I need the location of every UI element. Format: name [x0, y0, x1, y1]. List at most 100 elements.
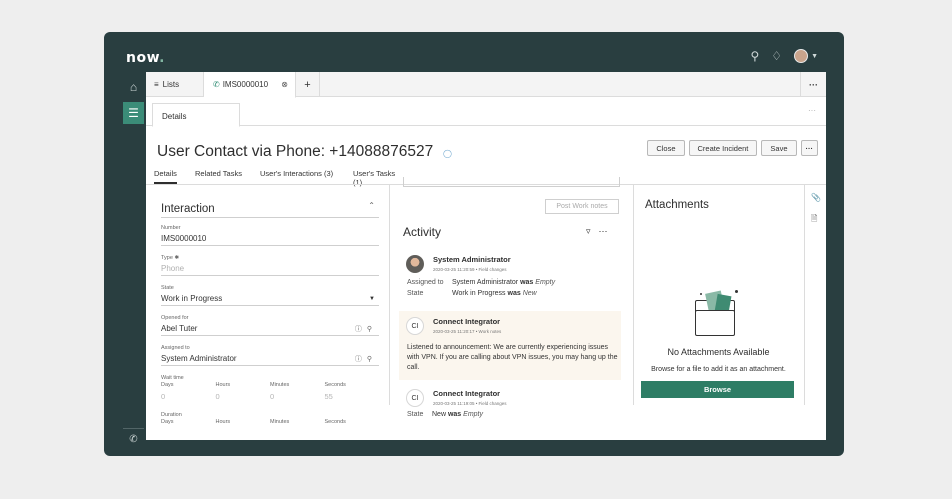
opened-for-label: Opened for [161, 315, 189, 321]
post-work-notes-button[interactable]: Post Work notes [545, 199, 619, 214]
change-was: was [520, 279, 534, 286]
attachments-hint: Browse for a file to add it as an attach… [651, 366, 786, 373]
info-icon[interactable]: ⓘ [355, 326, 367, 333]
hours-value: 0 [215, 392, 220, 401]
number-input[interactable]: IMS0000010 [161, 234, 379, 246]
change-field: Assigned to [407, 279, 444, 286]
activity-entry: System Administrator 2020-03-25 11:20:59… [399, 251, 621, 308]
avatar: CI [406, 317, 424, 335]
type-label: Type ✱ [161, 255, 180, 261]
subtab-bar: Details ··· [146, 97, 826, 127]
bell-icon[interactable]: ♢ [771, 49, 782, 63]
more-icon[interactable]: ⋯ [599, 226, 616, 236]
folder-shape [695, 310, 735, 336]
state-field: State Work in Progress ▼ [161, 285, 379, 306]
state-select[interactable]: Work in Progress ▼ [161, 294, 379, 306]
wait-time-units: Days Hours Minutes Seconds [161, 382, 379, 388]
tab-details[interactable]: Details [152, 103, 240, 127]
more-actions-button[interactable]: ··· [800, 140, 818, 156]
assigned-to-label: Assigned to [161, 345, 190, 351]
tab-users-interactions[interactable]: User's Interactions (3) [260, 169, 333, 178]
section-header[interactable]: Interaction ⌃ [161, 199, 379, 218]
activity-entry: CI Connect Integrator 2020-03-25 11:20:1… [399, 311, 621, 380]
paperclip-icon[interactable]: 📎 [811, 193, 821, 202]
opened-for-value: Abel Tuter [161, 324, 198, 333]
page-title: User Contact via Phone: +14088876527 [157, 143, 434, 160]
home-icon[interactable]: ⌂ [123, 76, 144, 98]
work-notes-textarea[interactable] [403, 177, 620, 187]
document-icon[interactable]: 🗎 [811, 213, 817, 227]
tab-record[interactable]: ✆ IMS0000010 ⊗ [204, 72, 296, 98]
avatar [406, 255, 424, 273]
type-field: Type ✱ Phone [161, 255, 379, 276]
entry-change: State Work in Progress was New [407, 290, 537, 297]
phone-icon: ✆ [213, 80, 220, 89]
info-icon[interactable]: ⓘ [355, 356, 367, 363]
filter-icon[interactable]: ▿ [586, 226, 599, 236]
search-icon[interactable]: ⚲ [367, 356, 377, 363]
top-icons: ⚲ ♢ ▼ [751, 49, 818, 63]
number-label: Number [161, 225, 181, 231]
change-old: Empty [463, 411, 483, 418]
change-field: State [407, 411, 424, 418]
avatar[interactable] [794, 49, 809, 63]
tabs-more-button[interactable]: ··· [800, 72, 826, 97]
chevron-down-icon[interactable]: ▼ [811, 53, 818, 60]
tab-details-form[interactable]: Details [154, 169, 177, 184]
wait-time-label: Wait time [161, 375, 184, 381]
entry-meta: 2020-03-25 11:20:59 • Field changes [433, 267, 507, 272]
menu-icon: ≡ [154, 80, 159, 89]
duration-units: Days Hours Minutes Seconds [161, 419, 379, 425]
entry-author[interactable]: System Administrator [433, 255, 511, 264]
state-label: State [161, 285, 174, 291]
change-was: was [507, 290, 521, 297]
change-old: New [522, 290, 537, 297]
list-icon[interactable]: ☰ [123, 102, 144, 124]
tag-icon[interactable]: ◯ [443, 149, 452, 158]
unit-hours: Hours [215, 419, 231, 425]
change-field: State [407, 290, 424, 297]
create-incident-button[interactable]: Create Incident [688, 140, 758, 156]
empty-folder-illustration [694, 290, 740, 346]
tab-related-tasks[interactable]: Related Tasks [195, 169, 242, 178]
close-icon[interactable]: ⊗ [281, 80, 288, 89]
panels: Interaction ⌃ Number IMS0000010 Type ✱ P… [146, 177, 826, 425]
number-field: Number IMS0000010 [161, 225, 379, 246]
spark-dot [735, 290, 738, 293]
unit-hours: Hours [215, 382, 231, 388]
change-value: New [432, 411, 447, 418]
close-button[interactable]: Close [647, 140, 685, 156]
opened-for-input[interactable]: Abel Tuter ⓘ⚲ [161, 324, 379, 336]
search-icon[interactable]: ⚲ [751, 49, 760, 63]
change-old: Empty [535, 279, 556, 286]
search-icon[interactable]: ⚲ [367, 326, 377, 333]
tab-lists[interactable]: ≡ Lists [146, 72, 204, 97]
subtab-more-button[interactable]: ··· [808, 106, 816, 115]
state-value: Work in Progress [161, 294, 223, 303]
seconds-value: 55 [324, 392, 333, 401]
field-icons: ⓘ⚲ [355, 354, 377, 364]
save-button[interactable]: Save [761, 140, 797, 156]
days-value: 0 [161, 392, 166, 401]
spark-dot [700, 293, 702, 295]
assigned-to-input[interactable]: System Administrator ⓘ⚲ [161, 354, 379, 366]
activity-title: Activity [403, 225, 442, 239]
phone-icon[interactable]: ✆ [123, 428, 144, 450]
entry-change: Assigned to System Administrator was Empt… [407, 279, 555, 286]
unit-seconds: Seconds [324, 382, 346, 388]
type-input[interactable]: Phone [161, 264, 379, 276]
entry-author[interactable]: Connect Integrator [433, 389, 500, 398]
entry-author[interactable]: Connect Integrator [433, 317, 500, 326]
chevron-up-icon[interactable]: ⌃ [368, 201, 375, 210]
unit-days: Days [161, 419, 174, 425]
tab-lists-label: Lists [162, 80, 180, 89]
servicenow-logo[interactable]: now. [126, 50, 165, 66]
avatar: CI [406, 389, 424, 407]
field-icons: ⓘ⚲ [355, 324, 377, 334]
browse-button[interactable]: Browse [641, 381, 794, 398]
duration-field: Duration [161, 412, 379, 418]
activity-icons: ▿⋯ [586, 226, 616, 237]
no-attachments-text: No Attachments Available [667, 347, 770, 357]
add-tab-button[interactable]: + [296, 72, 320, 97]
entry-change: State New was Empty [407, 411, 483, 418]
